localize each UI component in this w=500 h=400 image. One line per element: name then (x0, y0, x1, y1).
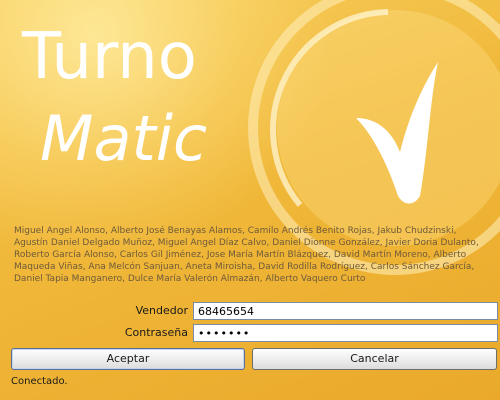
app-title-matic: Matic (40, 102, 208, 175)
accept-button[interactable]: Aceptar (11, 348, 245, 370)
vendedor-input[interactable] (193, 302, 498, 320)
cancel-button[interactable]: Cancelar (252, 348, 497, 370)
status-text: Conectado. (11, 376, 68, 387)
vendedor-label: Vendedor (135, 304, 188, 317)
password-row: Contraseña (0, 324, 500, 344)
vendedor-row: Vendedor (0, 302, 500, 322)
password-label: Contraseña (124, 326, 188, 339)
credits-text: Miguel Angel Alonso, Alberto José Benaya… (14, 226, 479, 284)
password-input[interactable] (193, 324, 498, 342)
app-title-turno: Turno (22, 20, 197, 94)
